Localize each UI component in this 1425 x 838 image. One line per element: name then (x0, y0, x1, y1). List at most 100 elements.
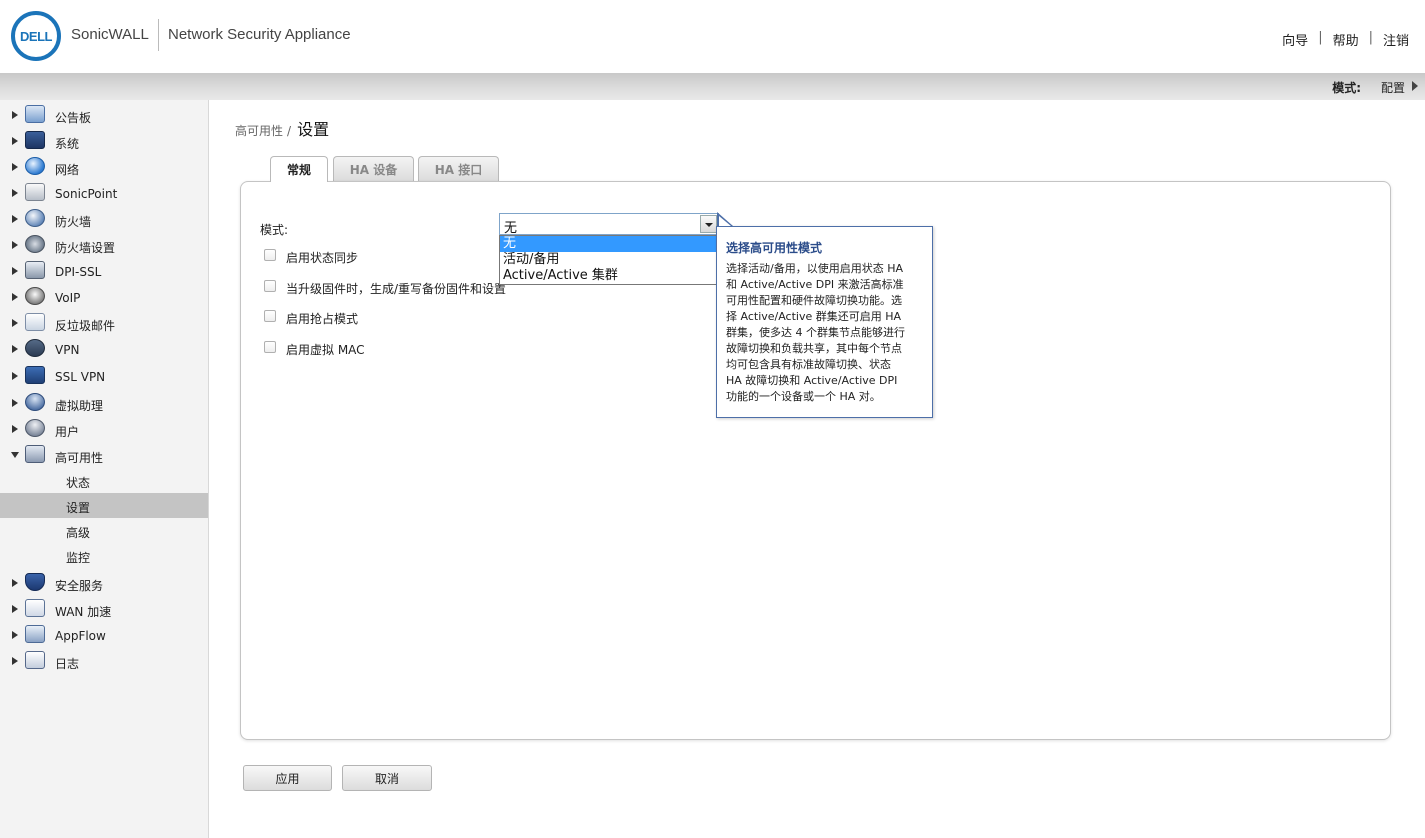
sidebar-item-ssl-vpn[interactable]: SSL VPN (0, 363, 208, 389)
preempt-mode-checkbox[interactable] (264, 310, 276, 322)
collapse-arrow-icon[interactable] (11, 452, 19, 458)
tooltip-line: 择 Active/Active 群集还可启用 HA (726, 310, 902, 323)
brand-divider (158, 19, 159, 51)
preempt-mode-label: 启用抢占模式 (286, 312, 359, 326)
sidebar-item-network[interactable]: 网络 (0, 154, 208, 180)
tooltip-line: 功能的一个设备或一个 HA 对。 (726, 390, 881, 403)
virtual-mac-checkbox[interactable] (264, 341, 276, 353)
expand-arrow-icon[interactable] (12, 189, 18, 197)
expand-arrow-icon[interactable] (12, 657, 18, 665)
tab-ha-devices[interactable]: HA 设备 (333, 156, 414, 181)
mode-option-active-standby[interactable]: 活动/备用 (500, 252, 718, 268)
link-separator: | (1318, 30, 1323, 45)
expand-arrow-icon[interactable] (12, 399, 18, 407)
tooltip-pointer-inner (719, 216, 731, 226)
expand-arrow-icon[interactable] (12, 319, 18, 327)
sidebar-item-label: 防火墙 (55, 215, 92, 229)
expand-arrow-icon[interactable] (12, 111, 18, 119)
sidebar-subitem-label: 监控 (66, 551, 91, 565)
mode-option-active-active-cluster[interactable]: Active/Active 集群 (500, 268, 718, 284)
logout-link[interactable]: 注销 (1383, 30, 1409, 49)
expand-arrow-icon[interactable] (12, 372, 18, 380)
sidebar-item-dashboard[interactable]: 公告板 (0, 102, 208, 128)
sidebar-subitem-label: 状态 (66, 476, 91, 490)
product-name: Network Security Appliance (168, 26, 351, 43)
sidebar-item-label: 用户 (55, 425, 80, 439)
expand-arrow-icon[interactable] (12, 293, 18, 301)
expand-arrow-icon[interactable] (12, 579, 18, 587)
expand-arrow-icon[interactable] (12, 215, 18, 223)
globe-icon (25, 157, 45, 175)
link-separator: | (1368, 30, 1373, 45)
mode-arrow-icon[interactable] (1412, 81, 1418, 91)
sidebar-item-firewall-settings[interactable]: 防火墙设置 (0, 232, 208, 258)
shield-icon (25, 573, 45, 591)
cancel-button[interactable]: 取消 (342, 765, 432, 791)
help-tooltip: 选择高可用性模式 选择活动/备用，以使用启用状态 HA 和 Active/Act… (716, 226, 933, 418)
sidebar-item-label: 高可用性 (55, 451, 104, 465)
sidebar-item-label: 防火墙设置 (55, 241, 116, 255)
mode-option-none[interactable]: 无 (500, 236, 718, 252)
sidebar-item-label: 虚拟助理 (55, 399, 104, 413)
expand-arrow-icon[interactable] (12, 605, 18, 613)
help-link[interactable]: 帮助 (1333, 30, 1359, 49)
logo-text: DELL (20, 28, 52, 44)
chevron-down-icon[interactable] (700, 215, 717, 233)
sidebar-item-label: 公告板 (55, 111, 92, 125)
sidebar-item-label: AppFlow (55, 629, 106, 643)
expand-arrow-icon[interactable] (12, 631, 18, 639)
sidebar-item-label: 反垃圾邮件 (55, 319, 116, 333)
mode-bar-label: 模式: (1332, 81, 1361, 95)
sidebar-subitem-label: 高级 (66, 526, 91, 540)
state-sync-label: 启用状态同步 (286, 251, 359, 265)
mode-bar-value[interactable]: 配置 (1381, 79, 1405, 96)
backup-firmware-label: 当升级固件时，生成/重写备份固件和设置 (286, 282, 507, 296)
sidebar-subitem-status[interactable]: 状态 (0, 468, 208, 493)
header: DELL SonicWALL Network Security Applianc… (0, 0, 1425, 73)
sidebar-item-vpn[interactable]: VPN (0, 336, 208, 362)
sidebar-item-firewall[interactable]: 防火墙 (0, 206, 208, 232)
tooltip-line: 和 Active/Active DPI 来激活高标准 (726, 278, 904, 291)
sidebar-item-sonicpoint[interactable]: SonicPoint (0, 180, 208, 206)
sidebar-subitem-settings[interactable]: 设置 (0, 493, 208, 518)
expand-arrow-icon[interactable] (12, 267, 18, 275)
sidebar-subitem-monitoring[interactable]: 监控 (0, 543, 208, 568)
sidebar-item-dpi-ssl[interactable]: DPI-SSL (0, 258, 208, 284)
tab-general[interactable]: 常规 (270, 156, 328, 182)
document-edit-icon (25, 599, 45, 617)
breadcrumb-parent[interactable]: 高可用性 (235, 122, 283, 139)
sidebar-item-label: WAN 加速 (55, 605, 112, 619)
sidebar-item-voip[interactable]: VoIP (0, 284, 208, 310)
sidebar-item-security-services[interactable]: 安全服务 (0, 570, 208, 596)
mode-select[interactable]: 无 (499, 213, 719, 236)
expand-arrow-icon[interactable] (12, 137, 18, 145)
apply-button[interactable]: 应用 (243, 765, 332, 791)
expand-arrow-icon[interactable] (12, 425, 18, 433)
sidebar-item-label: 安全服务 (55, 579, 104, 593)
sidebar-item-users[interactable]: 用户 (0, 416, 208, 442)
sidebar-item-appflow[interactable]: AppFlow (0, 622, 208, 648)
sidebar-item-label: VoIP (55, 291, 81, 305)
sidebar-item-virtual-assist[interactable]: 虚拟助理 (0, 390, 208, 416)
sidebar-subitem-advanced[interactable]: 高级 (0, 518, 208, 543)
sidebar-item-system[interactable]: 系统 (0, 128, 208, 154)
expand-arrow-icon[interactable] (12, 163, 18, 171)
tab-ha-interfaces[interactable]: HA 接口 (418, 156, 499, 181)
sidebar-item-log[interactable]: 日志 (0, 648, 208, 674)
state-sync-checkbox[interactable] (264, 249, 276, 261)
backup-firmware-checkbox[interactable] (264, 280, 276, 292)
sidebar-item-anti-spam[interactable]: 反垃圾邮件 (0, 310, 208, 336)
sidebar-item-label: 系统 (55, 137, 80, 151)
sidebar-item-high-availability[interactable]: 高可用性 (0, 442, 208, 468)
expand-arrow-icon[interactable] (12, 241, 18, 249)
breadcrumb: 高可用性 / 设置 (235, 116, 329, 140)
padlock-icon (25, 339, 45, 357)
tooltip-line: 均可包含具有标准故障切换、状态 (726, 358, 891, 371)
page-title: 设置 (297, 120, 330, 139)
expand-arrow-icon[interactable] (12, 345, 18, 353)
sidebar-item-wan-acceleration[interactable]: WAN 加速 (0, 596, 208, 622)
tooltip-title: 选择高可用性模式 (726, 241, 823, 255)
wizard-link[interactable]: 向导 (1282, 30, 1308, 49)
ssl-vpn-icon (25, 366, 45, 384)
server-stack-icon (25, 445, 45, 463)
